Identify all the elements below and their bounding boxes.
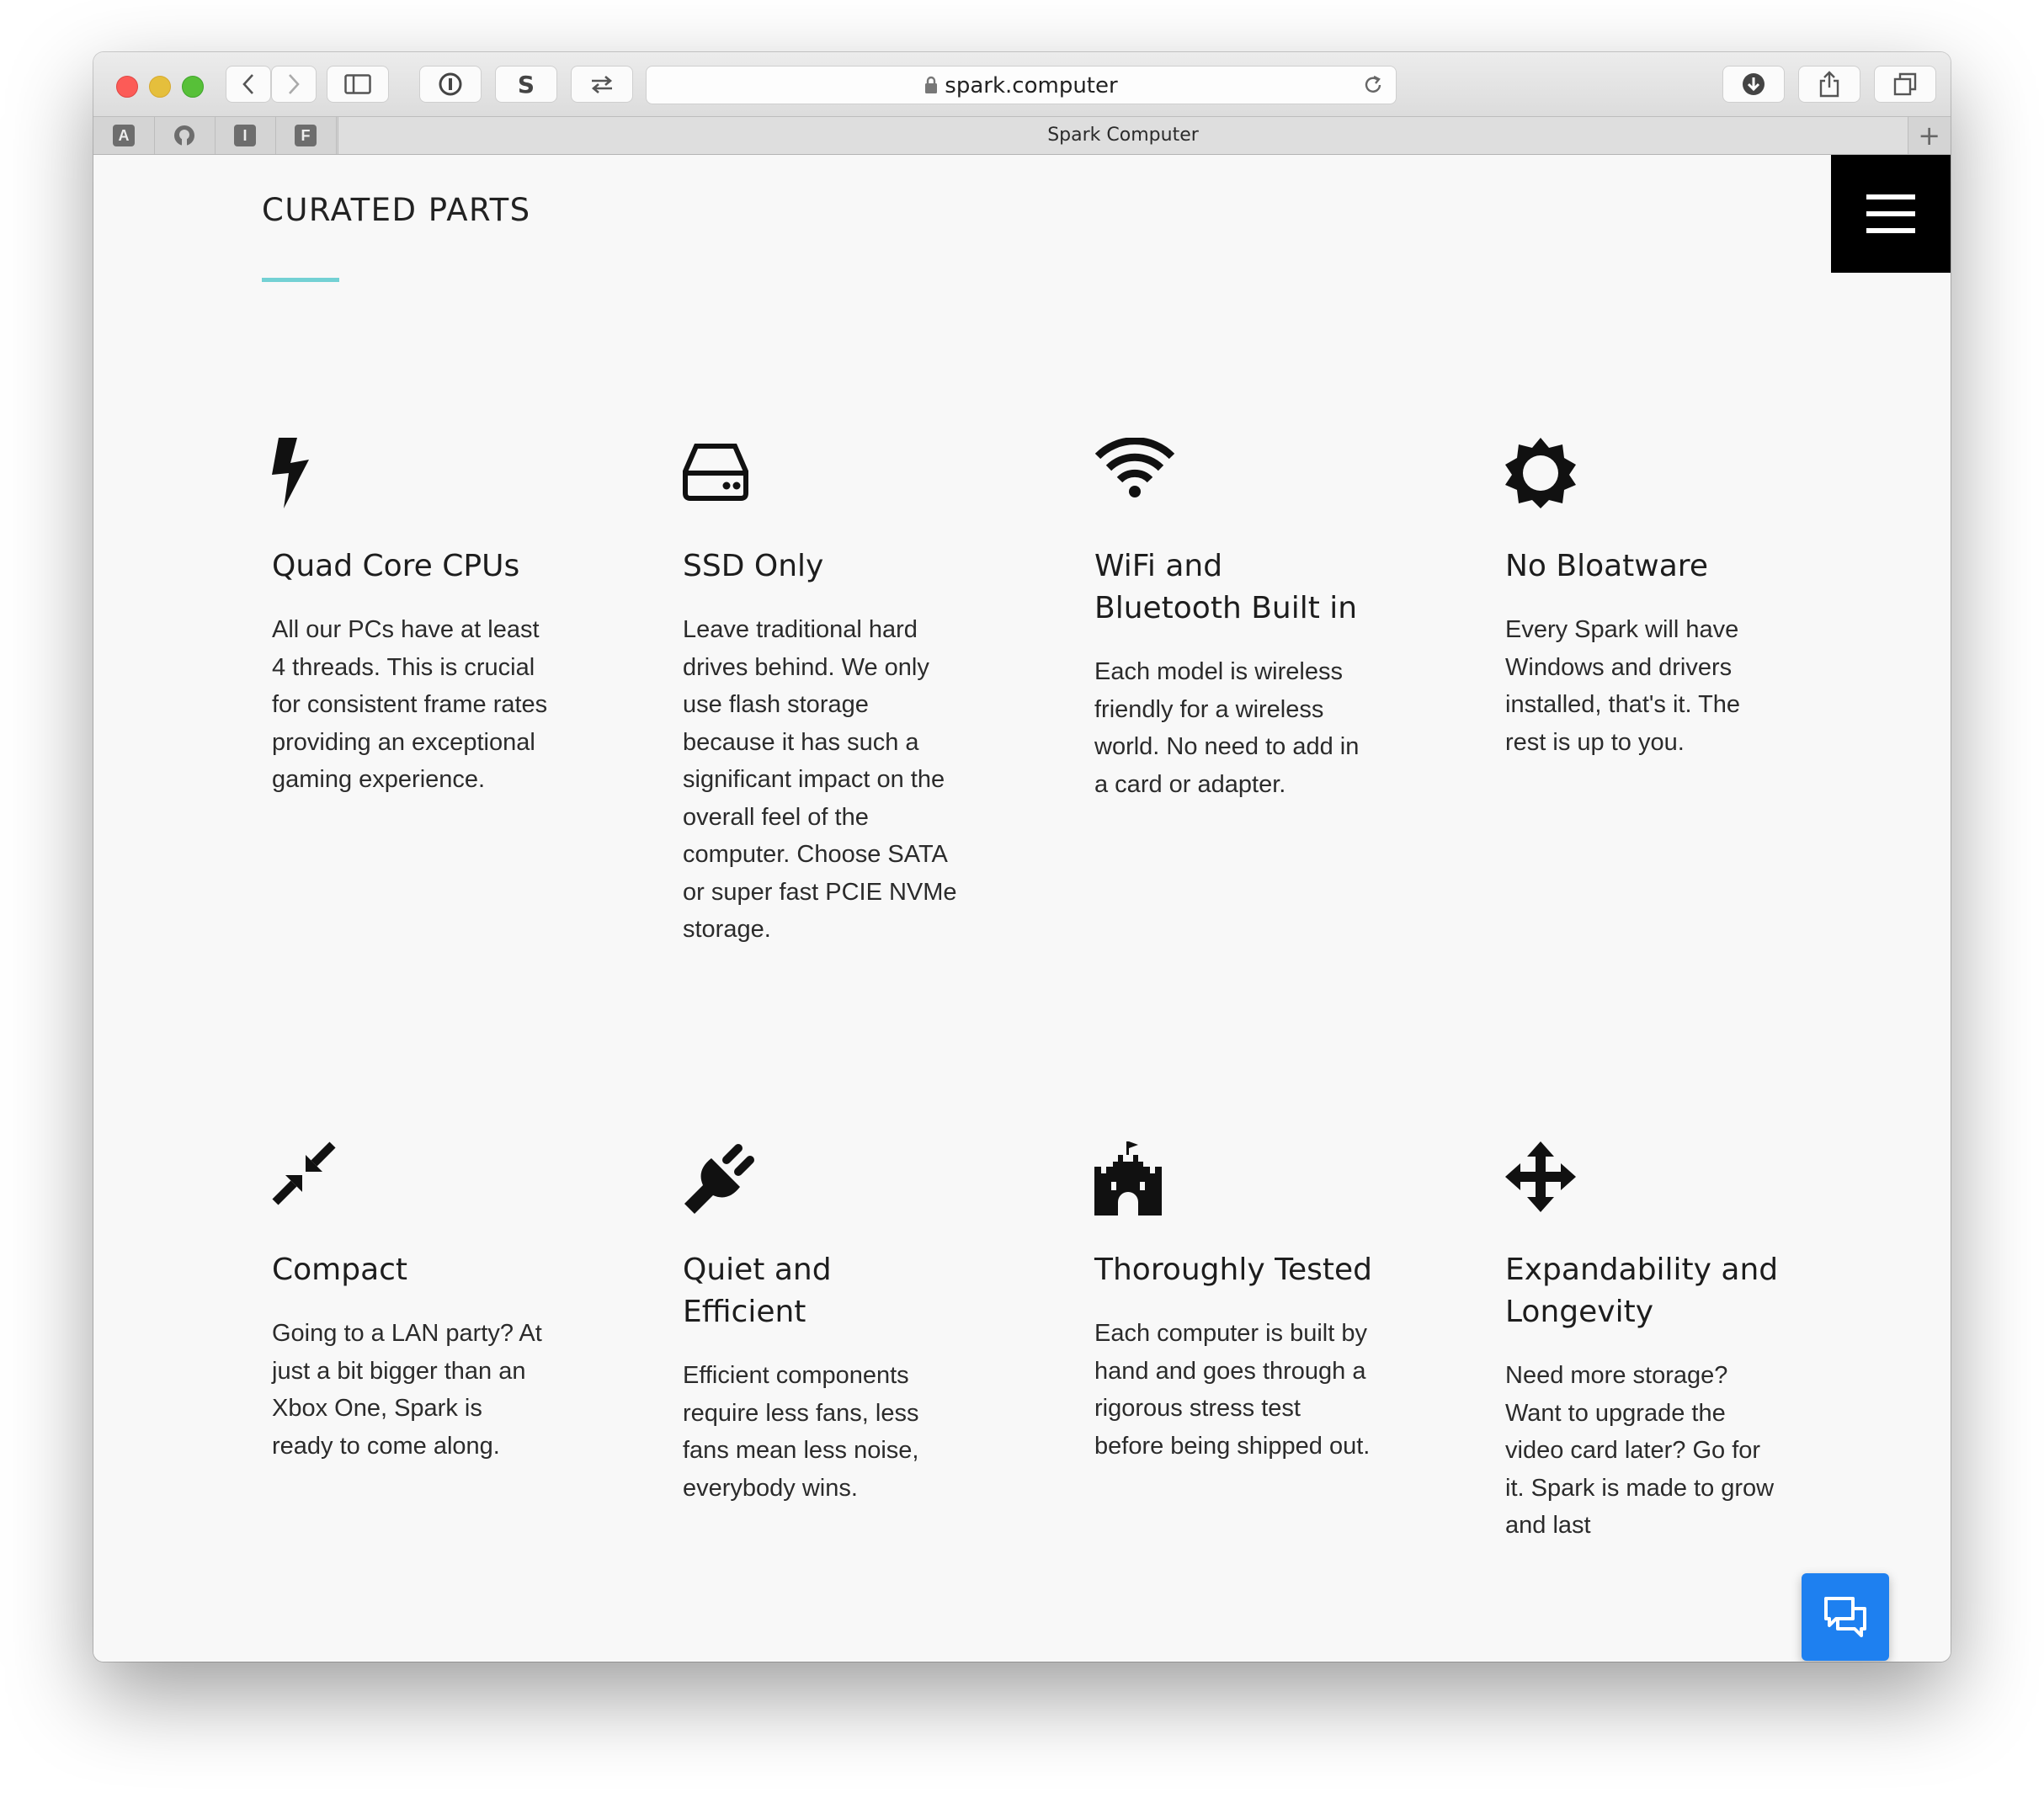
browser-window: S spark.computer A I F Spark Computer + … [93, 52, 1951, 1662]
feature-card: WiFi and Bluetooth Built in Each model i… [1094, 437, 1372, 803]
chevron-left-icon [242, 74, 253, 94]
feature-title: SSD Only [683, 549, 824, 583]
sidebar-icon [344, 74, 371, 94]
feature-title: WiFi and Bluetooth Built in [1094, 549, 1358, 625]
share-icon [1819, 71, 1839, 98]
castle-icon [1094, 1141, 1179, 1216]
pinned-tab[interactable]: A [93, 117, 155, 154]
github-icon [174, 125, 194, 146]
downloads-button[interactable] [1722, 66, 1785, 103]
lock-icon [925, 76, 938, 93]
a-badge-icon: A [113, 125, 135, 146]
reload-icon[interactable] [1362, 74, 1384, 96]
pinned-tab-label: F [301, 126, 311, 144]
hamburger-icon [1866, 189, 1915, 239]
feature-description: Every Spark will have Windows and driver… [1505, 616, 1741, 756]
download-icon [1743, 73, 1765, 95]
feature-description: Leave traditional hard drives behind. We… [683, 616, 957, 943]
share-button[interactable] [1798, 66, 1860, 103]
tab-overview-icon [1893, 72, 1917, 96]
address-bar[interactable]: spark.computer [646, 66, 1397, 104]
feature-card: Expandability and Longevity Need more st… [1505, 1141, 1783, 1545]
wifi-icon [1094, 437, 1179, 508]
chat-bubbles-icon [1824, 1597, 1866, 1637]
feature-title: Compact [272, 1253, 408, 1287]
url-text: spark.computer [945, 73, 1118, 98]
feature-description: Each model is wireless friendly for a wi… [1094, 658, 1360, 798]
feature-title: Thoroughly Tested [1094, 1253, 1372, 1287]
pinned-tab-label: A [118, 126, 130, 144]
feature-title: Quad Core CPUs [272, 549, 520, 583]
new-tab-button[interactable]: + [1918, 122, 1940, 149]
password-manager-button[interactable] [419, 66, 482, 103]
feature-description: All our PCs have at least 4 threads. Thi… [272, 616, 548, 793]
power-plug-icon [683, 1141, 767, 1214]
move-arrows-icon [1505, 1141, 1589, 1212]
pinned-tab[interactable]: I [215, 117, 276, 154]
sun-icon [1505, 438, 1589, 508]
menu-button[interactable] [1831, 155, 1951, 273]
minimize-window-button[interactable] [149, 76, 171, 98]
address-display: spark.computer [647, 73, 1396, 98]
sidebar-toggle-button[interactable] [327, 66, 389, 103]
feature-card: Compact Going to a LAN party? At just a … [272, 1141, 550, 1465]
page-content: CURATED PARTS Quad Core CPUs All our PCs… [93, 155, 1951, 1662]
feature-description: Efficient components require less fans, … [683, 1362, 919, 1502]
feature-description: Each computer is built by hand and goes … [1094, 1320, 1371, 1460]
tab-bar: A I F Spark Computer + [93, 116, 1951, 155]
pinned-tab[interactable]: F [275, 117, 337, 154]
feature-card: Quiet and Efficient Efficient components… [683, 1141, 961, 1507]
feature-title: Quiet and Efficient [683, 1253, 832, 1329]
pinned-tab[interactable] [154, 117, 216, 154]
hard-drive-icon [683, 438, 767, 508]
password-manager-icon [439, 72, 462, 96]
back-button[interactable] [226, 66, 271, 103]
compress-arrows-icon [272, 1141, 356, 1212]
swap-arrows-icon [591, 76, 613, 93]
feature-description: Going to a LAN party? At just a bit bigg… [272, 1320, 542, 1460]
zoom-window-button[interactable] [182, 76, 204, 98]
browser-toolbar: S spark.computer [93, 52, 1951, 116]
feature-card: Quad Core CPUs All our PCs have at least… [272, 438, 550, 799]
chat-button[interactable] [1802, 1573, 1889, 1661]
i-badge-icon: I [234, 125, 256, 146]
sync-extension-button[interactable]: S [495, 66, 557, 103]
active-tab-title: Spark Computer [1047, 125, 1199, 146]
lightning-bolt-icon [272, 438, 356, 508]
active-tab[interactable]: Spark Computer [338, 117, 1908, 154]
close-window-button[interactable] [116, 76, 138, 98]
feature-card: Thoroughly Tested Each computer is built… [1094, 1141, 1372, 1465]
feature-title: Expandability and Longevity [1505, 1253, 1779, 1329]
feature-card: SSD Only Leave traditional hard drives b… [683, 438, 961, 949]
tab-overview-button[interactable] [1874, 66, 1936, 103]
feature-description: Need more storage? Want to upgrade the v… [1505, 1362, 1775, 1539]
forward-button[interactable] [271, 66, 317, 103]
feature-title: No Bloatware [1505, 549, 1708, 583]
new-tab-label: + [1918, 120, 1940, 152]
feature-card: No Bloatware Every Spark will have Windo… [1505, 438, 1783, 761]
section-title: CURATED PARTS [262, 192, 531, 228]
f-badge-icon: F [295, 125, 317, 146]
chevron-right-icon [289, 74, 300, 94]
section-accent-line [262, 278, 339, 282]
swap-extension-button[interactable] [571, 66, 633, 103]
sync-extension-label: S [517, 70, 535, 98]
pinned-tab-label: I [242, 126, 248, 144]
